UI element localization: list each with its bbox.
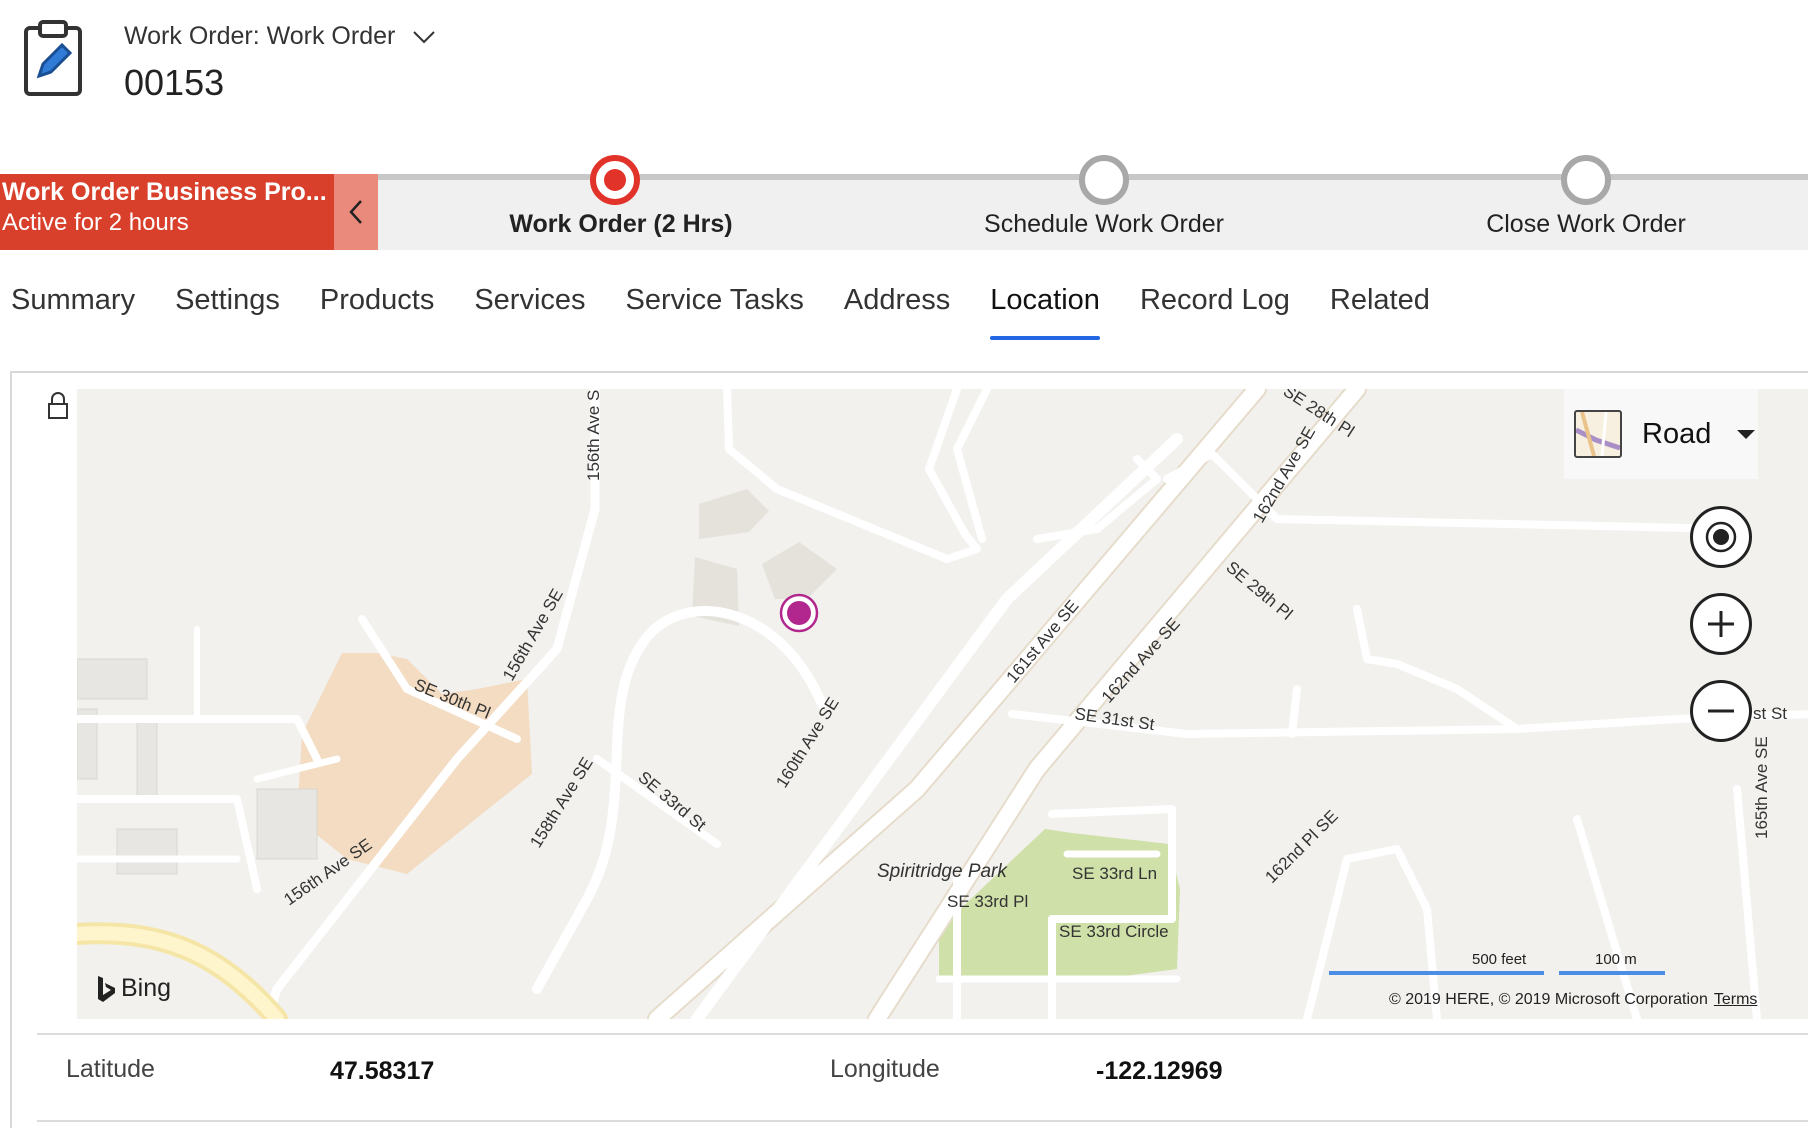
caret-down-icon	[1737, 429, 1756, 439]
street-label: 162nd Pl SE	[1261, 807, 1341, 887]
entity-type-label: Work Order: Work Order	[124, 22, 396, 50]
street-label: SE 30th Pl	[412, 675, 494, 723]
tab-services[interactable]: Services	[474, 284, 585, 340]
scale-metric: 100 m	[1595, 951, 1637, 968]
street-label: 165th Ave SE	[1752, 736, 1771, 839]
lock-icon	[48, 392, 68, 419]
street-label: SE 29th Pl	[1222, 558, 1296, 624]
latitude-value[interactable]: 47.58317	[330, 1057, 434, 1086]
tab-settings[interactable]: Settings	[175, 284, 280, 340]
map-provider: Bing	[121, 974, 172, 1002]
tab-location[interactable]: Location	[990, 284, 1100, 340]
collapse-process-button[interactable]	[334, 174, 378, 250]
tab-record-log[interactable]: Record Log	[1140, 284, 1290, 340]
road-style-thumbnail	[1574, 410, 1622, 458]
stage-dot-work-order[interactable]	[590, 155, 640, 205]
process-name: Work Order Business Pro...	[2, 178, 327, 206]
street-label: SE 33rd Circle	[1059, 922, 1169, 941]
zoom-out-button[interactable]	[1690, 680, 1752, 742]
tab-service-tasks[interactable]: Service Tasks	[626, 284, 804, 340]
street-label: SE 31st St	[1073, 704, 1155, 734]
street-label: 162nd Ave SE	[1098, 614, 1184, 707]
street-label: st St	[1753, 704, 1787, 723]
copyright-text: © 2019 HERE, © 2019 Microsoft Corporatio…	[1389, 991, 1708, 1008]
latitude-label: Latitude	[66, 1055, 155, 1083]
park-label: Spiritridge Park	[877, 861, 1008, 882]
scale-bar-imperial	[1329, 971, 1544, 975]
form-tabs: Summary Settings Products Services Servi…	[0, 284, 1459, 340]
street-label: SE 33rd Ln	[1072, 864, 1157, 883]
record-title: 00153	[124, 62, 225, 103]
map-copyright: © 2019 HERE, © 2019 Microsoft Corporatio…	[1389, 991, 1757, 1009]
clipboard-edit-icon	[24, 20, 82, 96]
tab-related[interactable]: Related	[1330, 284, 1430, 340]
locate-me-button[interactable]	[1690, 506, 1752, 568]
street-label: 156th Ave SE	[499, 586, 567, 684]
map-style-dropdown[interactable]: Road	[1564, 389, 1758, 479]
street-label: 160th Ave SE	[772, 694, 843, 791]
tab-address[interactable]: Address	[844, 284, 950, 340]
entity-type-selector[interactable]: Work Order: Work Order	[124, 22, 436, 51]
active-process-card[interactable]: Work Order Business Pro... Active for 2 …	[0, 174, 334, 250]
stage-label-schedule-work-order[interactable]: Schedule Work Order	[984, 210, 1224, 239]
terms-link[interactable]: Terms	[1714, 991, 1758, 1008]
scale-imperial: 500 feet	[1472, 951, 1527, 968]
plus-icon	[1708, 611, 1734, 637]
business-process-bar: Work Order (2 Hrs) Schedule Work Order C…	[0, 155, 1808, 250]
target-icon	[1705, 521, 1737, 553]
stage-dot-schedule-work-order[interactable]	[1079, 155, 1129, 205]
tab-summary[interactable]: Summary	[11, 284, 135, 340]
zoom-in-button[interactable]	[1690, 593, 1752, 655]
chevron-down-icon	[413, 30, 436, 43]
street-label: SE 33rd St	[634, 768, 709, 836]
tab-products[interactable]: Products	[320, 284, 434, 340]
street-label: 156th Ave SE	[280, 835, 375, 909]
longitude-label: Longitude	[830, 1055, 940, 1083]
street-label: 156th Ave SE	[584, 389, 603, 481]
chevron-left-icon	[349, 200, 362, 224]
record-header: Work Order: Work Order 00153	[0, 0, 1808, 150]
stage-dot-close-work-order[interactable]	[1561, 155, 1611, 205]
location-section: 156th Ave SE 156th Ave SE SE 30th Pl 156…	[10, 371, 1808, 1128]
bing-b-icon	[98, 975, 115, 1002]
location-pin-icon[interactable]	[777, 591, 821, 635]
minus-icon	[1708, 709, 1734, 713]
street-label: SE 33rd Pl	[947, 892, 1028, 911]
stage-label-close-work-order[interactable]: Close Work Order	[1486, 210, 1686, 239]
stage-label-work-order[interactable]: Work Order (2 Hrs)	[509, 210, 732, 239]
street-label: 158th Ave SE	[526, 754, 597, 851]
street-label: 162nd Ave SE	[1249, 423, 1319, 526]
street-label: 161st Ave SE	[1003, 596, 1083, 686]
longitude-value[interactable]: -122.12969	[1096, 1057, 1223, 1086]
bing-logo: Bing	[95, 974, 171, 1003]
map-style-label: Road	[1642, 417, 1712, 450]
scale-bar-metric	[1559, 971, 1665, 975]
process-duration: Active for 2 hours	[2, 209, 189, 236]
divider	[37, 1033, 1808, 1035]
map-labels: 156th Ave SE 156th Ave SE SE 30th Pl 156…	[280, 389, 1787, 941]
divider	[37, 1120, 1808, 1122]
bing-map[interactable]: 156th Ave SE 156th Ave SE SE 30th Pl 156…	[77, 389, 1808, 1019]
